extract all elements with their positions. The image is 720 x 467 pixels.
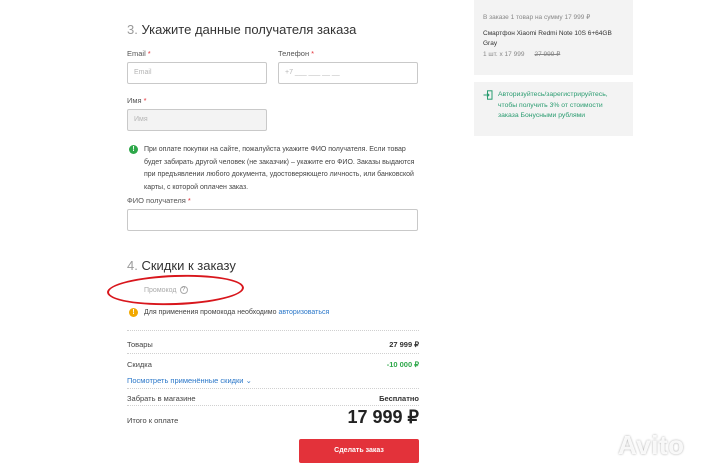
cart-header: В заказе 1 товар на сумму 17 999 ₽ bbox=[483, 14, 591, 21]
applied-discounts-link[interactable]: Посмотреть применённые скидки ⌄ bbox=[127, 376, 252, 385]
phone-label: Телефон * bbox=[278, 49, 315, 58]
annotation-ellipse bbox=[106, 272, 245, 308]
section-number: 4. bbox=[127, 258, 138, 273]
section-title-text: Скидки к заказу bbox=[141, 258, 236, 273]
section-number: 3. bbox=[127, 22, 138, 37]
summary-goods-row: Товары 27 999 ₽ bbox=[127, 340, 419, 349]
promo-notice-text: Для применения промокода необходимо bbox=[144, 309, 279, 316]
total-value: 17 999 ₽ bbox=[347, 407, 419, 427]
cart-product-name[interactable]: Смартфон Xiaomi Redmi Note 10S 6+64GB Gr… bbox=[483, 29, 624, 48]
fio-field[interactable] bbox=[127, 209, 418, 231]
login-icon bbox=[483, 90, 493, 100]
info-icon: ! bbox=[129, 145, 138, 154]
warning-icon: ! bbox=[129, 308, 138, 317]
avito-watermark: Avito bbox=[618, 430, 685, 460]
divider bbox=[127, 405, 419, 406]
section-title-text: Укажите данные получателя заказа bbox=[141, 22, 357, 37]
email-label: Email * bbox=[127, 49, 151, 58]
name-field[interactable]: Имя bbox=[127, 109, 267, 131]
divider bbox=[127, 388, 419, 389]
name-label: Имя * bbox=[127, 96, 147, 105]
fio-notice: ! При оплате покупки на сайте, пожалуйст… bbox=[129, 144, 419, 194]
auth-bonus-card[interactable]: Авторизуйтесь/зарегистрируйтесь, чтобы п… bbox=[474, 82, 633, 136]
email-field[interactable]: Email bbox=[127, 62, 267, 84]
phone-field[interactable]: +7 ___ ___ __ __ bbox=[278, 62, 418, 84]
fio-notice-text: При оплате покупки на сайте, пожалуйста … bbox=[144, 146, 415, 191]
section-3-title: 3. Укажите данные получателя заказа bbox=[127, 22, 356, 37]
applied-discounts-row: Посмотреть применённые скидки ⌄ bbox=[127, 376, 419, 385]
summary-pickup-row: Забрать в магазине Бесплатно bbox=[127, 394, 419, 403]
fio-label: ФИО получателя * bbox=[127, 196, 191, 205]
auth-bonus-text: Авторизуйтесь/зарегистрируйтесь, чтобы п… bbox=[498, 91, 608, 119]
place-order-button[interactable]: Сделать заказ bbox=[299, 439, 419, 463]
promo-notice: ! Для применения промокода необходимо ав… bbox=[129, 308, 329, 318]
old-price: 27 999 ₽ bbox=[534, 51, 561, 58]
cart-summary-card: В заказе 1 товар на сумму 17 999 ₽ Смарт… bbox=[474, 0, 633, 75]
divider bbox=[127, 353, 419, 354]
summary-discount-row: Скидка -10 000 ₽ bbox=[127, 360, 419, 369]
divider bbox=[127, 330, 419, 331]
section-4-title: 4. Скидки к заказу bbox=[127, 258, 236, 273]
total-label: Итого к оплате bbox=[127, 416, 179, 425]
login-link[interactable]: авторизоваться bbox=[278, 309, 329, 316]
cart-qty: 1 шт. x 17 999 27 999 ₽ bbox=[483, 51, 561, 58]
